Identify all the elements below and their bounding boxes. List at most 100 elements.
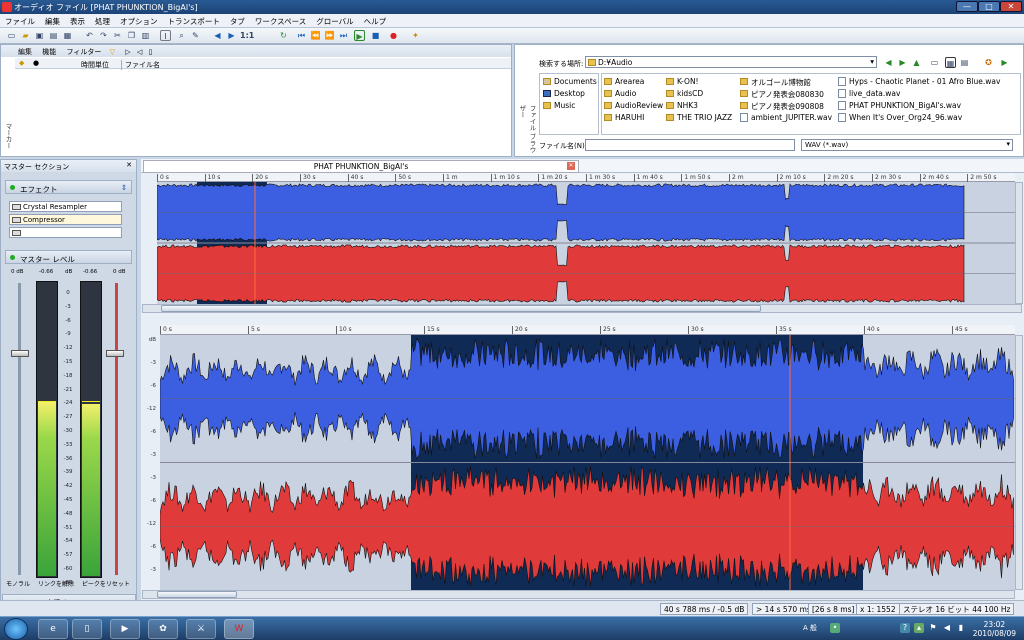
tray-network-icon[interactable]: ▴ — [914, 623, 924, 633]
redo-icon[interactable]: ↷ — [98, 30, 109, 41]
menu-global[interactable]: グローバル — [311, 14, 358, 29]
list-item[interactable]: live_data.wav — [838, 89, 1020, 98]
taskbar-explorer-icon[interactable]: ▯ — [72, 619, 102, 639]
cut-icon[interactable]: ✂ — [112, 30, 123, 41]
scroll-thumb[interactable] — [157, 591, 237, 598]
taskbar-media-icon[interactable]: ▶ — [110, 619, 140, 639]
taskbar-app2-icon[interactable]: ⚔ — [186, 619, 216, 639]
view-icon[interactable]: ▦ — [945, 57, 956, 68]
copy-icon[interactable]: ❐ — [126, 30, 137, 41]
menu-tab[interactable]: タブ — [225, 14, 250, 29]
list-item[interactable]: Audio — [604, 89, 674, 98]
place-music[interactable]: Music — [543, 101, 599, 110]
status-format[interactable]: ステレオ 16 ビット 44 100 Hz — [899, 603, 1015, 615]
menu-workspace[interactable]: ワークスペース — [250, 14, 311, 29]
close-icon[interactable]: ✕ — [126, 161, 132, 169]
taskbar-wavelab-icon[interactable]: W — [224, 619, 254, 639]
taskbar-app-icon[interactable]: ✿ — [148, 619, 178, 639]
scroll-thumb[interactable] — [161, 305, 761, 312]
stop-icon[interactable]: ■ — [370, 30, 381, 41]
favorites-icon[interactable]: ✪ — [983, 57, 994, 68]
list-item[interactable]: K-ON! — [666, 77, 736, 86]
overview-waveform[interactable] — [157, 182, 1015, 304]
wizard-icon[interactable]: ✦ — [410, 30, 421, 41]
overview-vscroll[interactable] — [1015, 182, 1023, 304]
tray-icon[interactable]: • — [830, 623, 840, 633]
paste-icon[interactable]: ▥ — [140, 30, 151, 41]
list-item[interactable]: AudioReview — [604, 101, 674, 110]
column-filename[interactable]: ファイル名 — [121, 60, 160, 70]
filter-icon[interactable]: ▽ — [110, 48, 115, 56]
save-all-icon[interactable]: ▤ — [48, 30, 59, 41]
list-item[interactable]: NHK3 — [666, 101, 736, 110]
open-icon[interactable]: ▰ — [20, 30, 31, 41]
tab-document[interactable]: PHAT PHUNKTION_BigAl's ✕ — [143, 160, 579, 173]
list-item[interactable]: Hyps - Chaotic Planet - 01 Afro Blue.wav — [838, 77, 1020, 86]
back-icon[interactable]: ◀ — [212, 30, 223, 41]
status-zoom[interactable]: x 1: 1552 — [856, 603, 900, 615]
play-icon[interactable]: ▶ — [354, 30, 365, 41]
nav-up-icon[interactable]: ▲ — [911, 57, 922, 68]
menu-file[interactable]: ファイル — [0, 14, 40, 29]
menu-edit[interactable]: 編集 — [40, 14, 65, 29]
column-time[interactable]: 時間単位 — [81, 60, 109, 70]
menu-help[interactable]: ヘルプ — [359, 14, 392, 29]
list-item[interactable]: When It's Over_Org24_96.wav — [838, 113, 1020, 122]
undo-icon[interactable]: ↶ — [84, 30, 95, 41]
prev-marker-icon[interactable]: ▷ — [125, 48, 130, 56]
start-button[interactable] — [4, 618, 28, 640]
effect-slot-1[interactable]: Crystal Resampler — [9, 201, 122, 212]
place-desktop[interactable]: Desktop — [543, 89, 599, 98]
reset-peak-button[interactable]: ピークをリセット — [82, 581, 130, 588]
pencil-tool-icon[interactable]: ✎ — [190, 30, 201, 41]
list-item[interactable]: THE TRIO JAZZ — [666, 113, 736, 122]
markers-tab-edit[interactable]: 編集 — [18, 48, 32, 56]
new-folder-icon[interactable]: ▭ — [929, 57, 940, 68]
fast-forward-icon[interactable]: ⏩ — [324, 30, 335, 41]
list-icon[interactable]: ▯ — [148, 48, 152, 56]
rewind-icon[interactable]: ⏪ — [310, 30, 321, 41]
minimize-button[interactable]: — — [956, 1, 978, 12]
loop-icon[interactable]: ↻ — [278, 30, 289, 41]
main-hscroll[interactable] — [142, 590, 1015, 599]
ime-indicator[interactable]: A 般 — [798, 623, 822, 633]
list-item[interactable]: ambient_JUPITER.wav — [740, 113, 838, 122]
list-item[interactable]: Arearea — [604, 77, 674, 86]
list-item[interactable]: オルゴール博物館 — [740, 77, 838, 88]
new-file-icon[interactable]: ▭ — [6, 30, 17, 41]
menu-transport[interactable]: トランスポート — [163, 14, 225, 29]
edit-tool-icon[interactable]: I — [160, 30, 171, 41]
forward-icon[interactable]: ▶ — [226, 30, 237, 41]
taskbar-ie-icon[interactable]: e — [38, 619, 68, 639]
record-icon[interactable]: ● — [388, 30, 399, 41]
maximize-button[interactable]: □ — [978, 1, 1000, 12]
right-fader[interactable] — [106, 350, 124, 357]
mono-button[interactable]: モノラル — [6, 581, 30, 588]
properties-icon[interactable]: ▦ — [62, 30, 73, 41]
next-marker-icon[interactable]: ◁ — [137, 48, 142, 56]
main-vscroll[interactable] — [1015, 335, 1023, 590]
list-item[interactable]: ピアノ発表会090808 — [740, 101, 838, 112]
menu-process[interactable]: 処理 — [90, 14, 115, 29]
nav-forward-icon[interactable]: ▶ — [897, 57, 908, 68]
tray-battery-icon[interactable]: ▮ — [956, 623, 966, 633]
tray-help-icon[interactable]: ? — [900, 623, 910, 633]
path-combobox[interactable]: D:¥Audio ▾ — [585, 56, 877, 68]
list-item[interactable]: HARUHI — [604, 113, 674, 122]
list-item[interactable]: kidsCD — [666, 89, 736, 98]
nav-back-icon[interactable]: ◀ — [883, 57, 894, 68]
place-documents[interactable]: Documents — [543, 77, 599, 86]
tray-speaker-icon[interactable]: ◀ — [942, 623, 952, 633]
overview-ruler[interactable]: 0 s 10 s 20 s 30 s 40 s 50 s 1 m 1 m 10 s 1 m 20… — [157, 173, 1015, 182]
effects-group[interactable]: エフェクト ⇕ — [5, 180, 132, 194]
zoom-ratio-label[interactable]: 1:1 — [240, 30, 254, 41]
close-button[interactable]: ✕ — [1000, 1, 1022, 12]
menu-options[interactable]: オプション — [115, 14, 163, 29]
details-icon[interactable]: ▤ — [959, 57, 970, 68]
list-item[interactable]: ピアノ発表会080830 — [740, 89, 838, 100]
master-level-group[interactable]: マスター レベル — [5, 250, 132, 264]
expand-icon[interactable]: ⇕ — [121, 183, 127, 192]
timeline-ruler[interactable]: 0 s 5 s 10 s 15 s 20 s 25 s 30 s 35 s 40 s 45 s — [160, 325, 1015, 335]
menu-view[interactable]: 表示 — [65, 14, 90, 29]
markers-tab-filter[interactable]: フィルター — [66, 48, 101, 56]
